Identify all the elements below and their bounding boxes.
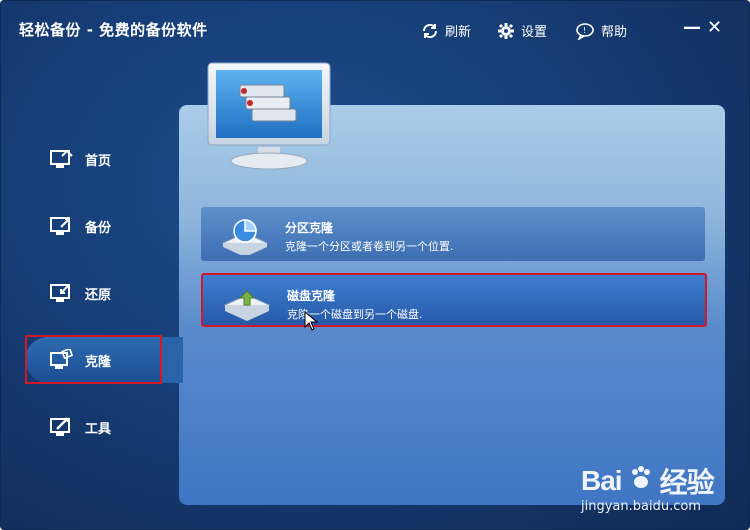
partition-pie-icon — [219, 215, 271, 257]
app-title: 轻松备份 - 免费的备份软件 — [19, 21, 208, 39]
app-window: 轻松备份 - 免费的备份软件 刷新 设置 ! 帮助 — ✕ 首页 备份 还原 克… — [0, 0, 750, 530]
watermark-brand-text: Bai — [581, 465, 623, 496]
home-monitor-icon — [49, 147, 73, 171]
settings-button[interactable]: 设置 — [497, 21, 547, 40]
disk-clone-icon — [221, 283, 273, 323]
baidu-jingyan-watermark: Bai 经验 jingyan.baidu.com — [581, 461, 715, 514]
chat-bubble-icon: ! — [575, 22, 595, 40]
watermark-brand: Bai 经验 — [581, 461, 715, 501]
gear-icon — [497, 22, 515, 40]
backup-monitor-icon — [49, 214, 73, 238]
minimize-button[interactable]: — — [683, 19, 701, 37]
title-bar: 轻松备份 - 免费的备份软件 刷新 设置 ! 帮助 — ✕ — [1, 1, 749, 61]
watermark-url: jingyan.baidu.com — [581, 499, 701, 514]
restore-monitor-icon — [49, 281, 73, 305]
option-title: 分区克隆 — [285, 221, 334, 235]
sidebar-item-home[interactable]: 首页 — [49, 143, 169, 175]
sidebar-item-label: 工具 — [85, 421, 112, 437]
sidebar-item-label: 克隆 — [85, 354, 112, 370]
close-button[interactable]: ✕ — [707, 19, 722, 37]
sidebar-item-tools[interactable]: 工具 — [49, 411, 169, 443]
sidebar-item-label: 还原 — [85, 287, 112, 303]
settings-label: 设置 — [521, 25, 548, 40]
help-label: 帮助 — [601, 25, 628, 40]
refresh-button[interactable]: 刷新 — [421, 21, 471, 40]
clone-monitor-illustration — [206, 61, 332, 173]
sidebar-item-label: 首页 — [85, 153, 112, 169]
sidebar-item-restore[interactable]: 还原 — [49, 277, 169, 309]
partition-clone-option[interactable]: 分区克隆 克隆一个分区或者卷到另一个位置. — [201, 207, 705, 261]
option-title: 磁盘克隆 — [287, 289, 336, 303]
sidebar-item-clone[interactable]: 克隆 — [49, 344, 169, 376]
refresh-icon — [421, 22, 439, 40]
refresh-label: 刷新 — [445, 25, 472, 40]
paw-icon — [628, 465, 654, 498]
watermark-brand-text-2: 经验 — [659, 467, 715, 498]
mouse-pointer-icon — [304, 310, 319, 335]
sidebar-item-backup[interactable]: 备份 — [49, 210, 169, 242]
tools-monitor-icon — [49, 415, 73, 439]
option-desc: 克隆一个分区或者卷到另一个位置. — [285, 240, 454, 253]
clone-monitor-icon — [49, 348, 73, 372]
help-button[interactable]: ! 帮助 — [575, 21, 627, 40]
disk-clone-option[interactable]: 磁盘克隆 克隆一个磁盘到另一个磁盘. — [201, 273, 707, 327]
sidebar-item-label: 备份 — [85, 220, 112, 236]
svg-text:!: ! — [583, 26, 586, 35]
